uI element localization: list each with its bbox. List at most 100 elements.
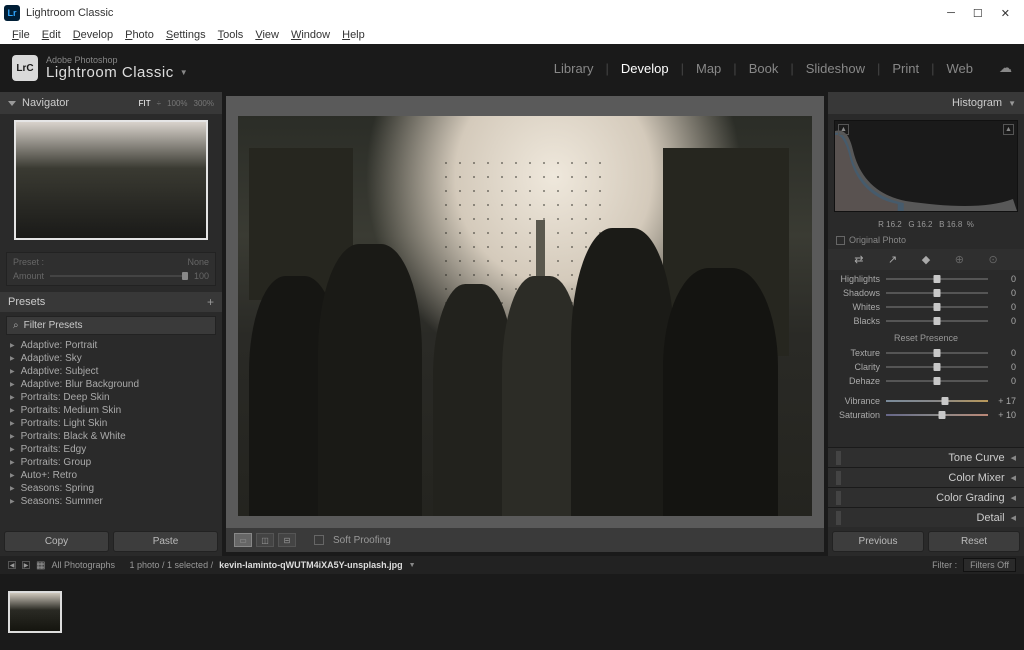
- menu-help[interactable]: Help: [338, 29, 369, 41]
- heal-tool-icon[interactable]: ↗: [888, 253, 897, 266]
- preset-list: Adaptive: PortraitAdaptive: SkyAdaptive:…: [0, 337, 222, 527]
- mask-tool-icon[interactable]: ◆: [922, 253, 930, 266]
- menu-settings[interactable]: Settings: [162, 29, 210, 41]
- module-develop[interactable]: Develop: [621, 61, 669, 76]
- menu-edit[interactable]: Edit: [38, 29, 65, 41]
- module-slideshow[interactable]: Slideshow: [806, 61, 865, 76]
- view-before-after-tb-button[interactable]: ⊟: [278, 533, 296, 547]
- slider-track[interactable]: [886, 400, 988, 402]
- develop-tool-strip: ⇄ ↗ ◆ ⊕ ⊙: [828, 249, 1024, 270]
- slider-blacks[interactable]: Blacks0: [836, 314, 1016, 328]
- main-photo[interactable]: [238, 116, 812, 516]
- nav-fwd-button[interactable]: ▶: [22, 561, 30, 569]
- menu-develop[interactable]: Develop: [69, 29, 117, 41]
- brand-main[interactable]: Lightroom Classic▼: [46, 65, 188, 80]
- soft-proofing-checkbox[interactable]: [314, 535, 324, 545]
- module-print[interactable]: Print: [892, 61, 919, 76]
- slider-label: Blacks: [836, 316, 884, 326]
- preset-item[interactable]: Seasons: Summer: [4, 495, 218, 508]
- histogram-header[interactable]: Histogram ▼: [828, 92, 1024, 114]
- presence-header[interactable]: Reset Presence: [828, 330, 1024, 346]
- slider-track[interactable]: [886, 278, 988, 280]
- slider-highlights[interactable]: Highlights0: [836, 272, 1016, 286]
- preset-item[interactable]: Auto+: Retro: [4, 469, 218, 482]
- view-before-after-lr-button[interactable]: ◫: [256, 533, 274, 547]
- zoom-fit[interactable]: FIT: [139, 99, 151, 108]
- preset-item[interactable]: Portraits: Edgy: [4, 443, 218, 456]
- paste-button[interactable]: Paste: [113, 531, 218, 552]
- filter-dropdown[interactable]: Filters Off: [963, 558, 1016, 572]
- menu-photo[interactable]: Photo: [121, 29, 158, 41]
- extra-tool-icon[interactable]: ⊙: [989, 253, 998, 266]
- zoom-300[interactable]: 300%: [194, 99, 214, 108]
- slider-track[interactable]: [886, 306, 988, 308]
- section-color-grading[interactable]: Color Grading: [828, 487, 1024, 507]
- original-photo-label: Original Photo: [849, 235, 906, 245]
- slider-track[interactable]: [886, 292, 988, 294]
- section-tone-curve[interactable]: Tone Curve: [828, 447, 1024, 467]
- grid-icon[interactable]: ▦: [36, 560, 45, 571]
- menu-window[interactable]: Window: [287, 29, 334, 41]
- menu-tools[interactable]: Tools: [214, 29, 248, 41]
- module-web[interactable]: Web: [947, 61, 974, 76]
- navigator-thumbnail[interactable]: [14, 120, 208, 240]
- slider-clarity[interactable]: Clarity0: [836, 360, 1016, 374]
- nav-back-button[interactable]: ◀: [8, 561, 16, 569]
- preset-item[interactable]: Adaptive: Blur Background: [4, 378, 218, 391]
- preset-item[interactable]: Portraits: Medium Skin: [4, 404, 218, 417]
- slider-value: + 10: [990, 410, 1016, 420]
- navigator-header[interactable]: Navigator FIT ÷ 100% 300%: [0, 92, 222, 114]
- highlight-clip-icon[interactable]: ▲: [1003, 124, 1014, 135]
- previous-button[interactable]: Previous: [832, 531, 924, 552]
- preset-item[interactable]: Adaptive: Portrait: [4, 339, 218, 352]
- preset-item[interactable]: Adaptive: Subject: [4, 365, 218, 378]
- chevron-down-icon: [8, 101, 16, 106]
- cloud-sync-icon[interactable]: ☁: [999, 60, 1012, 76]
- menu-view[interactable]: View: [251, 29, 283, 41]
- slider-shadows[interactable]: Shadows0: [836, 286, 1016, 300]
- module-map[interactable]: Map: [696, 61, 721, 76]
- histogram-graph[interactable]: ▲ ▲: [834, 120, 1018, 212]
- slider-track[interactable]: [886, 414, 988, 416]
- module-library[interactable]: Library: [554, 61, 594, 76]
- maximize-button[interactable]: ☐: [973, 7, 983, 20]
- zoom-100[interactable]: 100%: [167, 99, 187, 108]
- view-loupe-button[interactable]: ▭: [234, 533, 252, 547]
- amount-slider[interactable]: [50, 275, 188, 277]
- filter-presets-input[interactable]: ⌕ Filter Presets: [6, 316, 216, 335]
- preset-item[interactable]: Seasons: Spring: [4, 482, 218, 495]
- preset-item[interactable]: Portraits: Deep Skin: [4, 391, 218, 404]
- section-detail[interactable]: Detail: [828, 507, 1024, 527]
- section-color-mixer[interactable]: Color Mixer: [828, 467, 1024, 487]
- add-preset-button[interactable]: +: [207, 295, 214, 309]
- original-photo-toggle[interactable]: Original Photo: [828, 233, 1024, 247]
- zoom-fill[interactable]: ÷: [157, 99, 161, 108]
- minimize-button[interactable]: ─: [947, 7, 955, 20]
- module-book[interactable]: Book: [749, 61, 779, 76]
- redeye-tool-icon[interactable]: ⊕: [955, 253, 964, 266]
- slider-vibrance[interactable]: Vibrance+ 17: [836, 394, 1016, 408]
- preset-item[interactable]: Portraits: Group: [4, 456, 218, 469]
- slider-saturation[interactable]: Saturation+ 10: [836, 408, 1016, 422]
- slider-track[interactable]: [886, 352, 988, 354]
- slider-track[interactable]: [886, 366, 988, 368]
- close-button[interactable]: ✕: [1001, 7, 1010, 20]
- presets-header[interactable]: Presets +: [0, 292, 222, 312]
- slider-track[interactable]: [886, 320, 988, 322]
- chevron-down-icon: ▼: [180, 69, 188, 77]
- preset-item[interactable]: Adaptive: Sky: [4, 352, 218, 365]
- preset-item[interactable]: Portraits: Light Skin: [4, 417, 218, 430]
- reset-button[interactable]: Reset: [928, 531, 1020, 552]
- slider-track[interactable]: [886, 380, 988, 382]
- preset-item[interactable]: Portraits: Black & White: [4, 430, 218, 443]
- menu-file[interactable]: File: [8, 29, 34, 41]
- window-title: Lightroom Classic: [26, 7, 113, 19]
- slider-texture[interactable]: Texture0: [836, 346, 1016, 360]
- crop-tool-icon[interactable]: ⇄: [854, 253, 863, 266]
- slider-dehaze[interactable]: Dehaze0: [836, 374, 1016, 388]
- filmstrip-thumb[interactable]: [8, 591, 62, 633]
- slider-whites[interactable]: Whites0: [836, 300, 1016, 314]
- crumb-path[interactable]: All Photographs: [51, 560, 115, 570]
- copy-button[interactable]: Copy: [4, 531, 109, 552]
- shadow-clip-icon[interactable]: ▲: [838, 124, 849, 135]
